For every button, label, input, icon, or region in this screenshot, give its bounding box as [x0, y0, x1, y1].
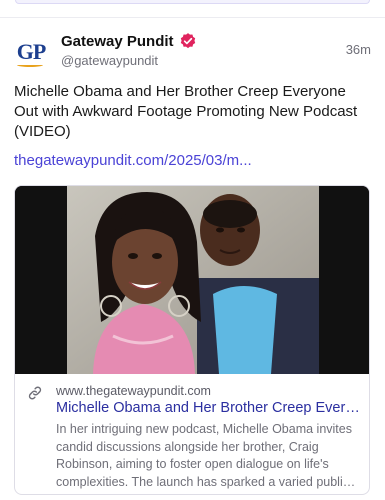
card-description-line: In her intriguing new podcast, Michelle … — [56, 422, 352, 436]
card-title[interactable]: Michelle Obama and Her Brother Creep Eve… — [56, 400, 361, 416]
link-preview-card[interactable]: www.thegatewaypundit.com Michelle Obama … — [14, 185, 370, 495]
author-block: Gateway Pundit @gatewaypundit — [61, 32, 197, 68]
post-text: Michelle Obama and Her Brother Creep Eve… — [14, 83, 358, 140]
avatar[interactable]: GP — [13, 34, 49, 70]
avatar-swoosh-icon — [17, 63, 43, 67]
card-domain: www.thegatewaypundit.com — [56, 384, 211, 398]
card-thumbnail[interactable] — [15, 186, 369, 374]
card-body[interactable]: www.thegatewaypundit.com Michelle Obama … — [15, 374, 369, 494]
post-timestamp[interactable]: 36m — [346, 42, 371, 57]
avatar-logo-text: GP — [16, 39, 47, 64]
card-description-line: complexities. The launch has sparked a v… — [56, 474, 361, 489]
previous-post-edge — [15, 0, 370, 4]
post-link[interactable]: thegatewaypundit.com/2025/03/m... — [14, 152, 252, 169]
thumbnail-photo — [15, 186, 369, 374]
verified-badge-icon — [180, 33, 195, 49]
card-description-line: candid discussions alongside her brother… — [56, 439, 319, 454]
link-icon — [28, 386, 42, 400]
card-description-line: Robinson, aiming to foster open dialogue… — [56, 457, 329, 471]
card-description: In her intriguing new podcast, Michelle … — [56, 421, 361, 491]
post[interactable]: GP Gateway Pundit @gatewaypundit 36m Mic… — [0, 18, 385, 500]
author-name[interactable]: Gateway Pundit — [61, 33, 174, 50]
author-handle: @gatewaypundit — [61, 53, 159, 68]
